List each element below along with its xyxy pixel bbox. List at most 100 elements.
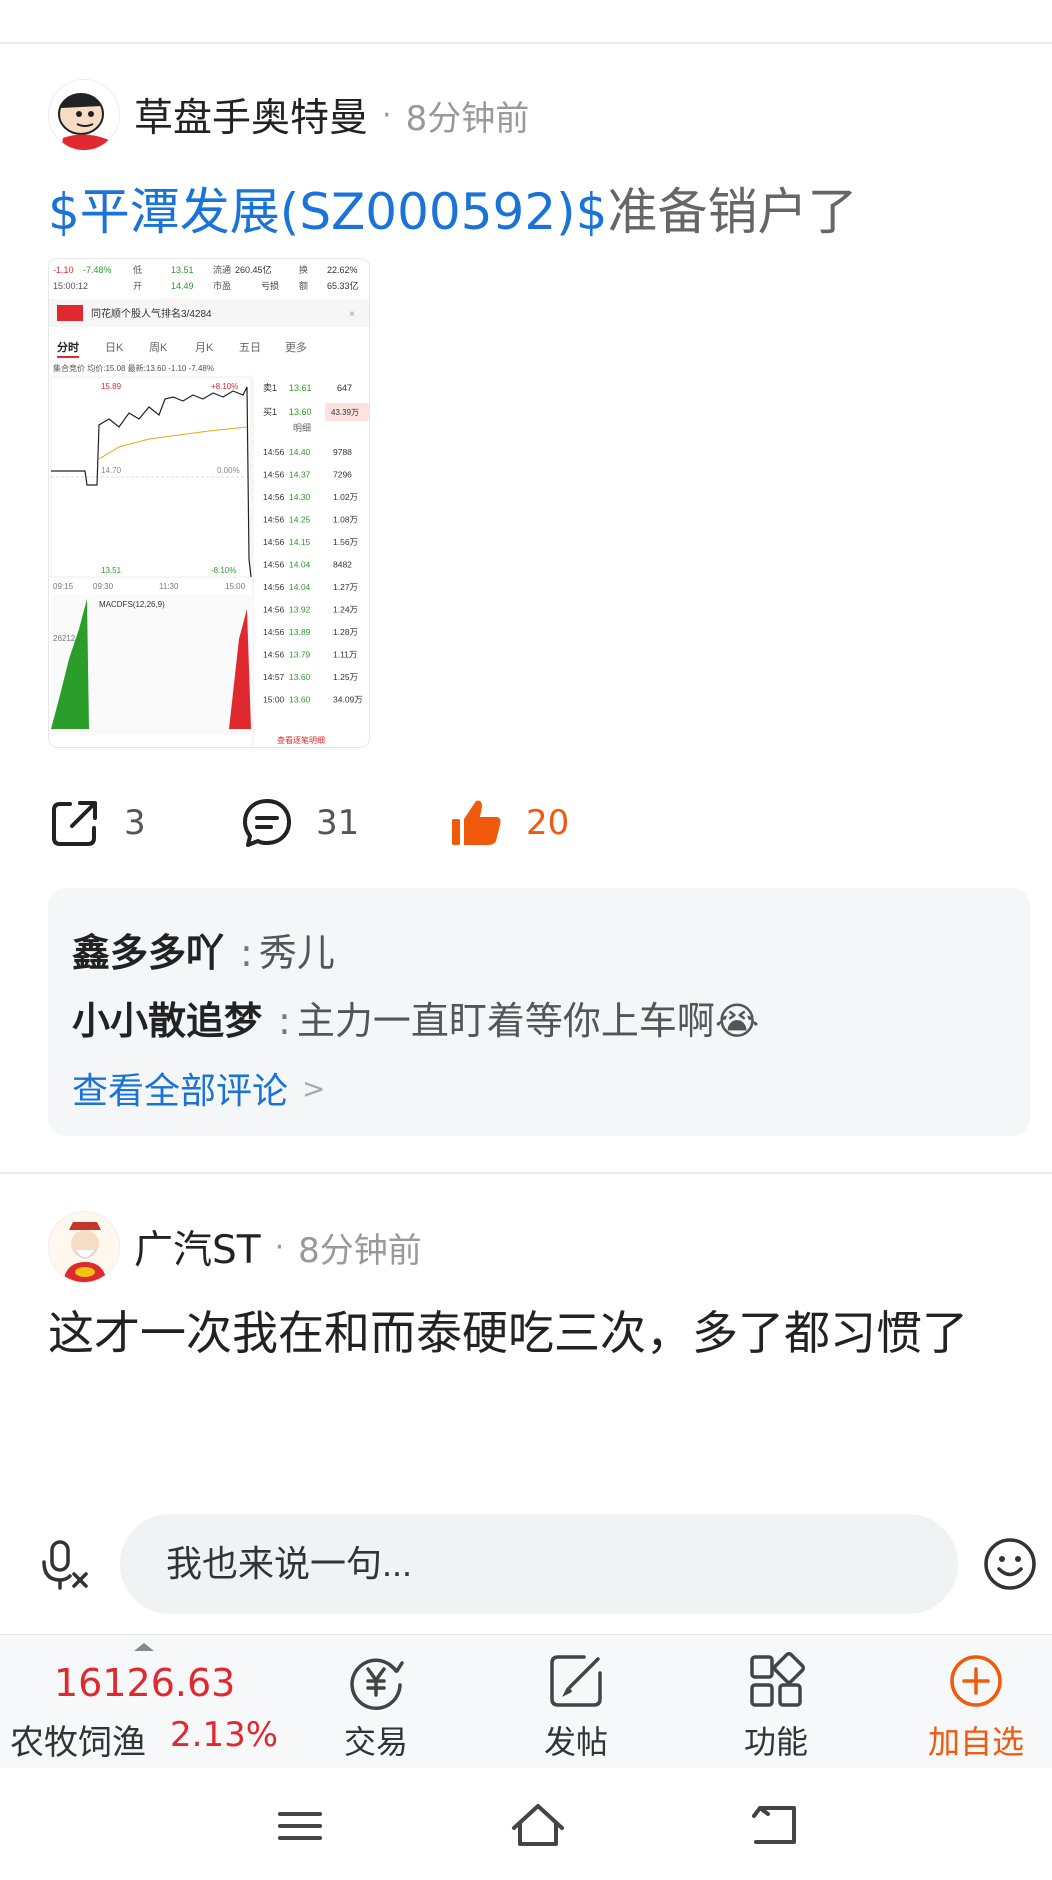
chart-pe-label: 市盈 xyxy=(213,280,231,291)
edit-icon xyxy=(550,1655,602,1707)
tick-price: 14.04 xyxy=(289,582,311,592)
comment-author[interactable]: 鑫多多吖 xyxy=(72,931,224,975)
like-count: 20 xyxy=(526,803,570,843)
functions-button[interactable]: 功能 xyxy=(706,1643,846,1763)
chart-chg: -1.10 xyxy=(53,265,74,275)
cartoon-avatar-icon xyxy=(49,80,119,150)
chart-amount: 65.33亿 xyxy=(327,280,359,291)
menu-icon[interactable] xyxy=(270,1796,330,1856)
tick-time: 14:57 xyxy=(263,672,285,682)
add-to-watchlist-button[interactable]: 加自选 xyxy=(906,1643,1046,1763)
reply-input[interactable] xyxy=(120,1514,958,1614)
chart-rank-banner: 同花顺个股人气排名3/4284 xyxy=(91,307,212,320)
tick-volume: 1.24万 xyxy=(333,605,358,615)
time-tick: 15:00 xyxy=(225,582,246,591)
chart-pct: -7.48% xyxy=(83,265,112,275)
tick-volume: 34.09万 xyxy=(333,695,363,705)
post-text: 准备销户了 xyxy=(607,183,858,241)
tick-time: 14:56 xyxy=(263,627,285,637)
time-tick: 09:15 xyxy=(53,582,74,591)
system-navigation-bar xyxy=(0,1768,1052,1880)
post-header: 草盘手奥特曼 · 8分钟前 xyxy=(48,78,529,152)
tick-volume: 1.11万 xyxy=(333,650,357,660)
comment-count: 31 xyxy=(316,803,360,843)
tick-volume: 1.25万 xyxy=(333,672,358,682)
username[interactable]: 草盘手奥特曼 xyxy=(134,87,368,143)
price-mid: 14.70 xyxy=(101,466,122,475)
tick-time: 14:56 xyxy=(263,650,285,660)
stock-tag-link[interactable]: $平潭发展(SZ000592)$ xyxy=(48,183,608,241)
trade-label: 交易 xyxy=(343,1723,408,1761)
trade-yen-icon xyxy=(350,1658,404,1711)
compose-post-button[interactable]: 发帖 xyxy=(506,1643,646,1763)
chart-auction-line: 集合竞价 均价:15.08 最新:13.60 -1.10 -7.48% xyxy=(53,363,214,373)
chart-float-label: 流通 xyxy=(213,264,231,275)
caret-up-icon xyxy=(134,1643,154,1651)
chart-turnover: 22.62% xyxy=(327,265,358,275)
comment-text: 秀儿 xyxy=(258,931,335,975)
trade-button[interactable]: 交易 xyxy=(306,1643,446,1763)
tick-volume: 1.08万 xyxy=(333,515,358,525)
fortune-god-avatar-icon xyxy=(49,1212,119,1282)
chart-time: 15:00:12 xyxy=(53,281,88,291)
functions-label: 功能 xyxy=(743,1723,808,1761)
avatar[interactable] xyxy=(48,79,120,151)
tick-time: 14:56 xyxy=(263,492,285,502)
index-change: 2.13% xyxy=(170,1715,279,1755)
comment-item[interactable]: 小小散追梦: 主力一直盯着等你上车啊😭 xyxy=(72,990,759,1045)
tick-price: 14.30 xyxy=(289,492,311,502)
index-value: 16126.63 xyxy=(54,1661,236,1705)
orderbook-price: 13.60 xyxy=(289,407,312,417)
post-actions: 3 31 20 xyxy=(48,788,608,858)
tick-volume: 1.56万 xyxy=(333,537,358,547)
username[interactable]: 广汽ST xyxy=(134,1219,261,1275)
chart-tab: 分时 xyxy=(57,340,79,354)
pct-low: -8.10% xyxy=(211,566,236,575)
post-title[interactable]: $平潭发展(SZ000592)$准备销户了 xyxy=(48,172,858,244)
index-name: 农牧饲渔 xyxy=(10,1723,146,1763)
tick-time: 14:56 xyxy=(263,605,285,615)
like-button[interactable]: 20 xyxy=(448,788,569,858)
chart-amount-label: 额 xyxy=(299,280,308,291)
separator-dot: · xyxy=(382,97,392,133)
comment-button[interactable]: 31 xyxy=(240,788,359,858)
post-image-stock-chart[interactable]: -1.10 -7.48% 低 13.51 流通 260.45亿 换 22.62%… xyxy=(48,258,370,748)
comments-preview: 鑫多多吖: 秀儿 小小散追梦: 主力一直盯着等你上车啊😭 查看全部评论 > xyxy=(48,888,1030,1136)
tick-time: 14:56 xyxy=(263,582,285,592)
back-icon[interactable] xyxy=(746,1796,806,1856)
tick-price: 14.40 xyxy=(289,447,311,457)
voice-input-button[interactable] xyxy=(36,1536,92,1592)
post-time: 8分钟前 xyxy=(298,1230,422,1271)
tick-volume: 1.27万 xyxy=(333,582,358,592)
orderbook-vol: 647 xyxy=(337,383,352,393)
comment-author[interactable]: 小小散追梦 xyxy=(72,999,262,1043)
comment-text: 主力一直盯着等你上车啊😭 xyxy=(296,999,760,1043)
tick-price: 13.79 xyxy=(289,650,311,660)
view-all-comments-link[interactable]: 查看全部评论 > xyxy=(72,1062,325,1114)
tick-price: 13.89 xyxy=(289,627,311,637)
comment-item[interactable]: 鑫多多吖: 秀儿 xyxy=(72,922,335,977)
post-text[interactable]: 这才一次我在和而泰硬吃三次，多了都习惯了 xyxy=(48,1302,1018,1364)
post-label: 发帖 xyxy=(543,1723,608,1761)
post-divider xyxy=(0,1172,1052,1174)
comment-colon: : xyxy=(278,999,291,1043)
sector-index-widget[interactable]: 16126.63 农牧饲渔 2.13% xyxy=(10,1635,290,1769)
view-all-label: 查看全部评论 xyxy=(72,1071,289,1112)
chart-turnover-label: 换 xyxy=(299,264,308,275)
more-detail-link: 查看逐笔明细 xyxy=(277,735,325,745)
tick-volume: 1.28万 xyxy=(333,627,358,637)
chart-tab: 日K xyxy=(105,342,124,354)
share-button[interactable]: 3 xyxy=(48,788,146,858)
orderbook-price: 13.61 xyxy=(289,383,312,393)
smiley-icon xyxy=(984,1538,1036,1590)
reply-bar xyxy=(0,1498,1052,1634)
chart-low: 13.51 xyxy=(171,265,194,275)
avatar[interactable] xyxy=(48,1211,120,1283)
home-icon[interactable] xyxy=(508,1796,568,1856)
chart-low-label: 低 xyxy=(133,264,142,275)
emoji-button[interactable] xyxy=(982,1536,1038,1592)
add-watch-label: 加自选 xyxy=(927,1723,1024,1761)
plus-circle-icon xyxy=(950,1655,1002,1707)
price-high: 15.89 xyxy=(101,382,122,391)
detail-label: 明细 xyxy=(293,422,311,433)
